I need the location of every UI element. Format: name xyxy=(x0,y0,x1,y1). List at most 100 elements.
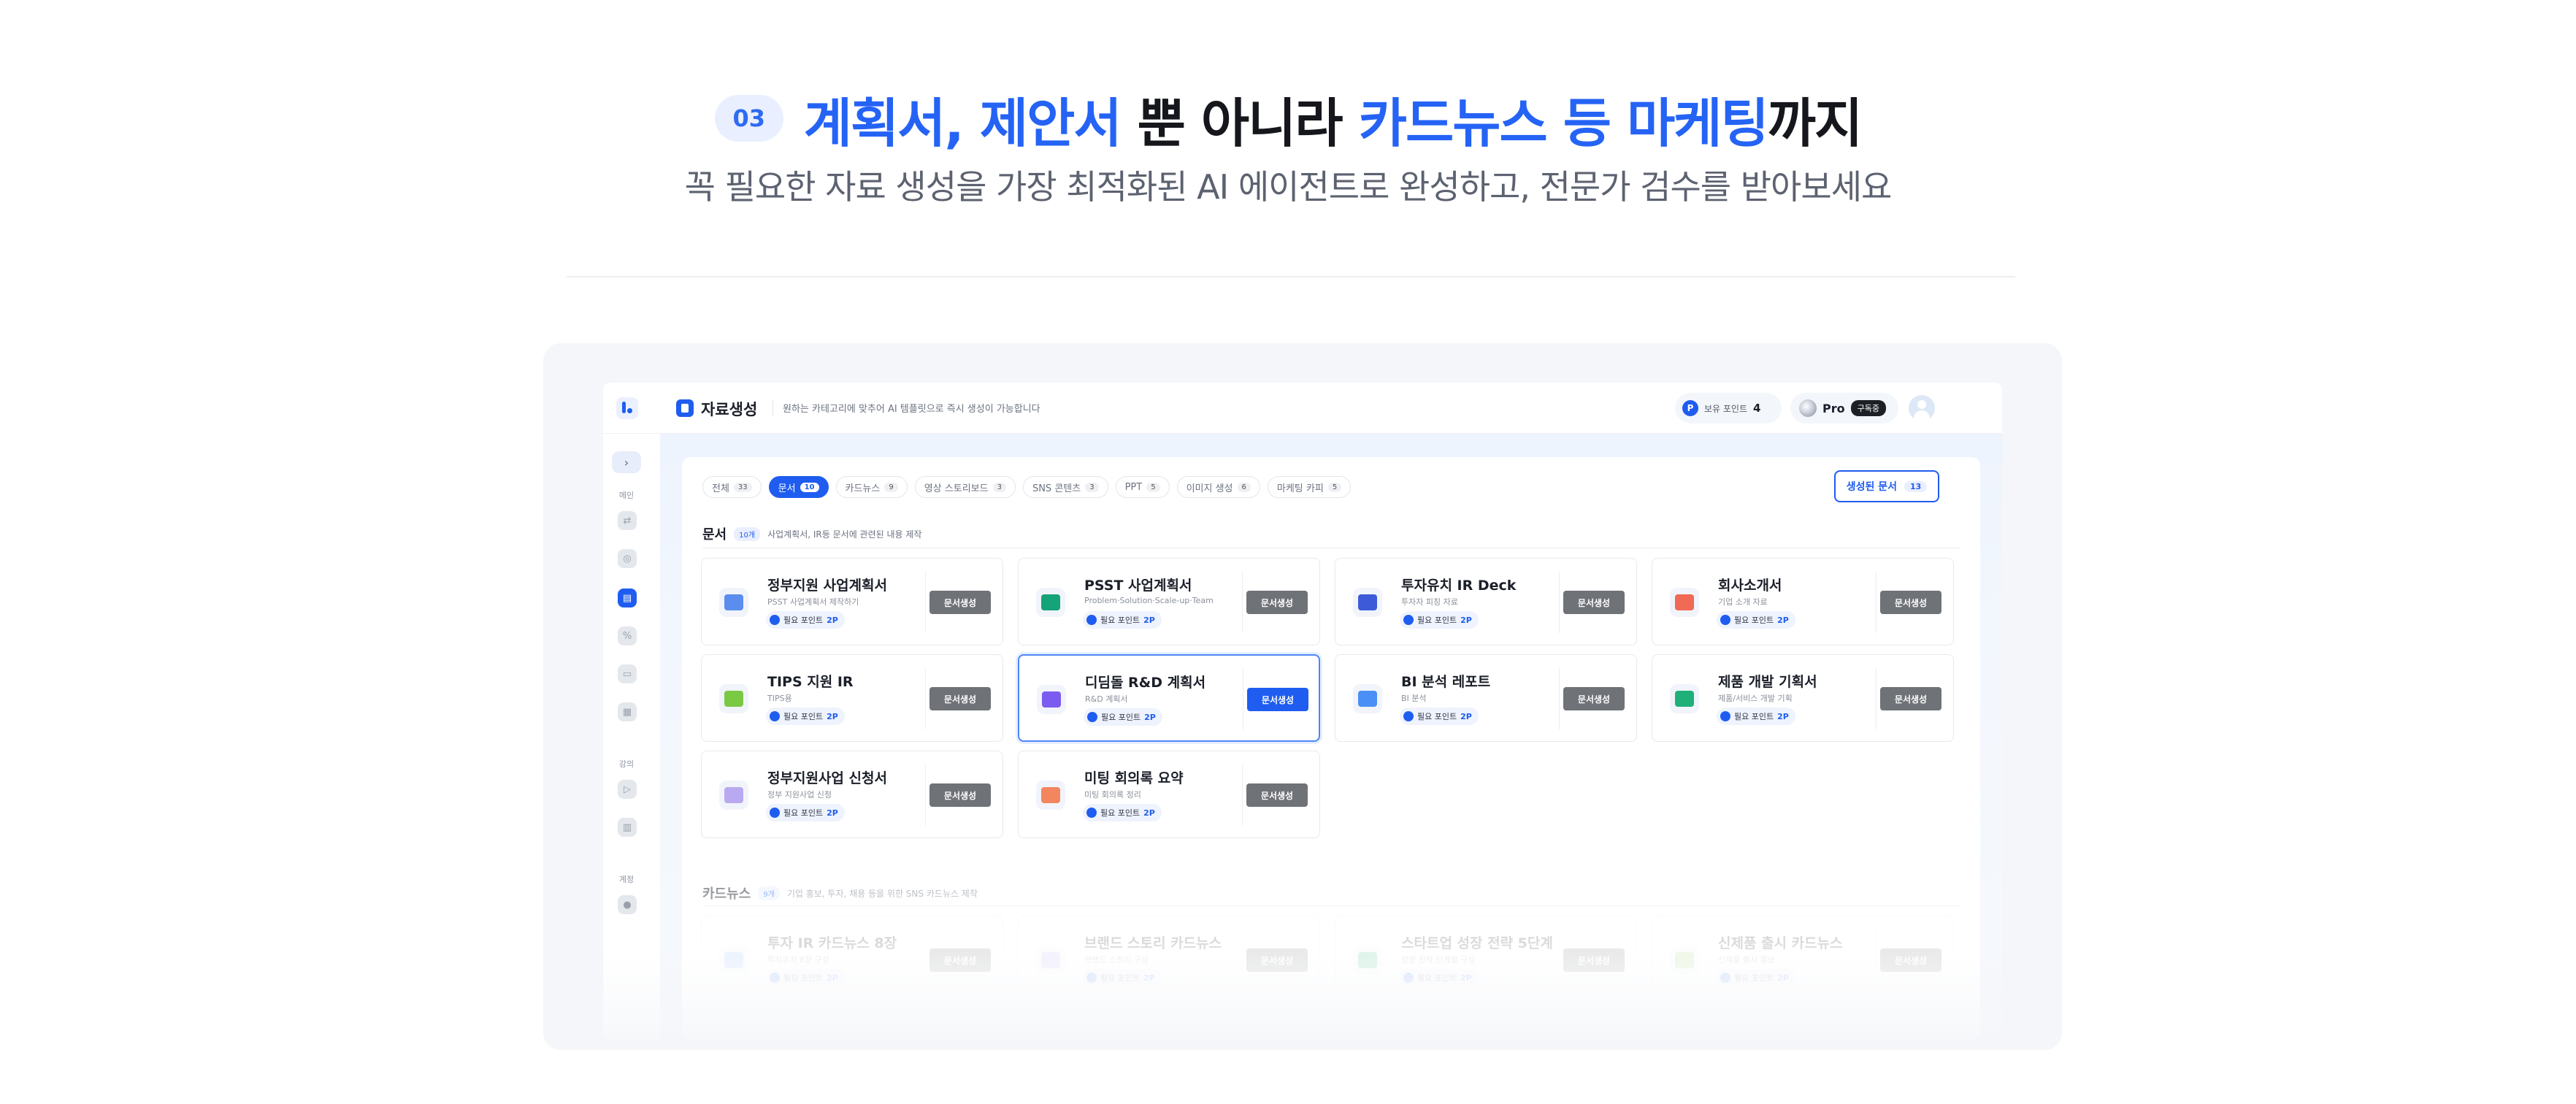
sidebar-play-icon[interactable]: ▷ xyxy=(618,780,637,799)
card-title: TIPS 지원 IR xyxy=(767,674,854,690)
generate-document-button[interactable]: 문서생성 xyxy=(1563,591,1625,614)
created-documents-button[interactable]: 생성된 문서 13 xyxy=(1834,470,1939,502)
points-label: 필요 포인트 xyxy=(783,616,824,625)
tab-copy[interactable]: 마케팅 카피 5 xyxy=(1267,476,1352,498)
points-label: 필요 포인트 xyxy=(1101,713,1141,722)
tab-label: 이미지 생성 xyxy=(1186,483,1233,494)
tab-sns[interactable]: SNS 콘텐츠 3 xyxy=(1022,476,1108,498)
card-title: 디딤돌 R&D 계획서 xyxy=(1085,675,1206,691)
template-card[interactable]: TIPS 지원 IR TIPS용 필요 포인트 2P 문서생성 xyxy=(701,654,1003,742)
points-label: 필요 포인트 xyxy=(1417,712,1457,721)
tab-all[interactable]: 전체 33 xyxy=(702,476,762,498)
points-cost: 2P xyxy=(1460,615,1472,625)
divider xyxy=(1242,764,1243,826)
hero-subhead: 꼭 필요한 자료 생성을 가장 최적화된 AI 에이전트로 완성하고, 전문가 … xyxy=(684,167,1893,207)
divider xyxy=(1559,668,1560,729)
template-card[interactable]: 회사소개서 기업 소개 자료 필요 포인트 2P 문서생성 xyxy=(1652,558,1954,645)
tab-storyboard[interactable]: 영상 스토리보드 3 xyxy=(914,476,1016,498)
template-card[interactable]: 제품 개발 기획서 제품/서비스 개발 기획 필요 포인트 2P 문서생성 xyxy=(1652,654,1954,742)
sidebar-calendar-icon[interactable]: ▦ xyxy=(618,702,637,721)
generate-document-button[interactable]: 문서생성 xyxy=(1563,687,1625,710)
card-title: 회사소개서 xyxy=(1718,578,1782,594)
template-card[interactable]: 투자유치 IR Deck 투자자 피칭 자료 필요 포인트 2P 문서생성 xyxy=(1335,558,1637,645)
sidebar-chat-icon[interactable]: ▭ xyxy=(618,664,637,683)
template-card[interactable]: BI 분석 레포트 BI 분석필요 포인트 2P 문서생성 xyxy=(1335,654,1637,742)
point-coin-icon xyxy=(1087,712,1097,722)
generate-document-button[interactable]: 문서생성 xyxy=(1880,687,1941,710)
pro-plan-icon xyxy=(1799,399,1817,417)
sidebar-expand-button[interactable]: › xyxy=(612,451,641,473)
generate-document-button[interactable]: 문서생성 xyxy=(1246,783,1308,807)
sidebar-swap-icon[interactable]: ⇄ xyxy=(618,511,637,530)
points-badge[interactable]: P 보유 포인트 4 xyxy=(1675,393,1782,423)
template-card[interactable]: 정부지원사업 신청서 정부 지원사업 신청 필요 포인트 2P 문서생성 xyxy=(701,751,1003,838)
generate-document-button[interactable]: 문서생성 xyxy=(1246,591,1308,614)
document-icon xyxy=(676,399,694,417)
card-subtitle: 미팅 회의록 정리 xyxy=(1084,790,1141,800)
points-required-badge: 필요 포인트2P xyxy=(1400,708,1479,725)
tab-count: 3 xyxy=(1085,482,1099,492)
points-label: 필요 포인트 xyxy=(1417,616,1457,625)
hero-headline-row: 03 계획서, 제안서 뿐 아니라 카드뉴스 등 마케팅까지 xyxy=(0,82,2576,155)
template-card[interactable]: 미팅 회의록 요약 미팅 회의록 정리 필요 포인트 2P 문서생성 xyxy=(1018,751,1320,838)
category-tabs: 전체 33 문서 10 카드뉴스 9 영상 스토리보드 3 SNS 콘텐츠 3 PPT 5 … xyxy=(702,476,1352,498)
folder-icon xyxy=(719,588,748,617)
generate-document-button[interactable]: 문서생성 xyxy=(929,591,991,614)
points-required-badge: 필요 포인트2P xyxy=(1084,708,1162,726)
card-title: BI 분석 레포트 xyxy=(1401,674,1491,690)
generate-document-button[interactable]: 문서생성 xyxy=(929,687,991,710)
tab-label: 카드뉴스 xyxy=(845,483,881,494)
section-count: 10개 xyxy=(734,526,761,541)
hero-headline: 계획서, 제안서 뿐 아니라 카드뉴스 등 마케팅까지 xyxy=(804,80,1863,157)
section-description: 기업 홍보, 투자, 채용 등을 위한 SNS 카드뉴스 제작 xyxy=(786,888,978,899)
card-title: 정부지원 사업계획서 xyxy=(767,578,887,594)
point-coin-icon xyxy=(1086,615,1097,625)
template-card[interactable]: PSST 사업계획서 Problem·Solution·Scale-up·Team… xyxy=(1018,558,1320,645)
tab-cardnews[interactable]: 카드뉴스 9 xyxy=(835,476,908,498)
template-card[interactable]: 디딤돌 R&D 계획서 R&D 계획서 필요 포인트 2P 문서생성 xyxy=(1018,654,1320,742)
tab-ppt[interactable]: PPT 5 xyxy=(1115,476,1170,498)
ir-deck-icon xyxy=(1353,588,1382,617)
generate-document-button[interactable]: 문서생성 xyxy=(929,783,991,807)
point-coin-icon xyxy=(1403,615,1414,625)
card-subtitle: BI 분석 xyxy=(1401,694,1427,703)
sidebar-document-icon[interactable]: ▤ xyxy=(618,589,637,607)
section-header-documents: 문서 10개 사업계획서, IR등 문서에 관련된 내용 제작 xyxy=(702,524,921,543)
point-coin-icon xyxy=(770,615,780,625)
template-card[interactable]: 정부지원 사업계획서 PSST 사업계획서 제작하기 필요 포인트 2P 문서생성 xyxy=(701,558,1003,645)
generate-document-button[interactable]: 문서생성 xyxy=(1247,688,1308,711)
topbar: 자료생성 원하는 카테고리에 맞추어 AI 템플릿으로 즉시 생성이 가능합니다… xyxy=(603,383,2002,434)
page-description: 원하는 카테고리에 맞추어 AI 템플릿으로 즉시 생성이 가능합니다 xyxy=(783,404,1040,415)
points-cost: 2P xyxy=(1777,711,1789,721)
plan-badge[interactable]: Pro 구독중 xyxy=(1790,393,1898,423)
point-coin-icon xyxy=(770,808,780,818)
points-cost: 2P xyxy=(827,711,838,721)
sidebar-percent-icon[interactable]: % xyxy=(618,626,637,645)
tips-icon xyxy=(719,684,748,713)
divider xyxy=(1559,572,1560,633)
user-avatar-icon[interactable] xyxy=(1909,395,1935,421)
tab-label: SNS 콘텐츠 xyxy=(1032,483,1081,494)
card-title: 투자유치 IR Deck xyxy=(1401,578,1517,594)
divider xyxy=(567,276,2015,277)
generate-document-button[interactable]: 문서생성 xyxy=(1880,591,1941,614)
sidebar-book-icon[interactable]: ▥ xyxy=(618,818,637,837)
tab-label: PPT xyxy=(1124,481,1143,493)
points-label: 필요 포인트 xyxy=(1734,616,1774,625)
step-badge: 03 xyxy=(714,95,783,142)
sidebar-group-label: 강의 xyxy=(618,759,635,769)
tab-label: 전체 xyxy=(712,483,729,494)
page: 03 계획서, 제안서 뿐 아니라 카드뉴스 등 마케팅까지 꼭 필요한 자료 … xyxy=(0,0,2576,1104)
tab-count: 5 xyxy=(1146,482,1160,492)
points-required-badge: 필요 포인트2P xyxy=(766,611,845,629)
tab-documents[interactable]: 문서 10 xyxy=(768,476,829,498)
points-label: 필요 포인트 xyxy=(783,712,824,721)
sidebar-compass-icon[interactable]: ◎ xyxy=(618,549,637,568)
app-logo-icon[interactable] xyxy=(616,397,638,419)
card-subtitle: 기업 소개 자료 xyxy=(1718,597,1768,607)
tab-image[interactable]: 이미지 생성 6 xyxy=(1176,476,1260,498)
points-cost: 2P xyxy=(1143,808,1155,818)
section-title: 문서 xyxy=(702,527,727,543)
points-label: 필요 포인트 xyxy=(1734,712,1774,721)
sidebar-user-icon[interactable]: ● xyxy=(618,895,637,914)
